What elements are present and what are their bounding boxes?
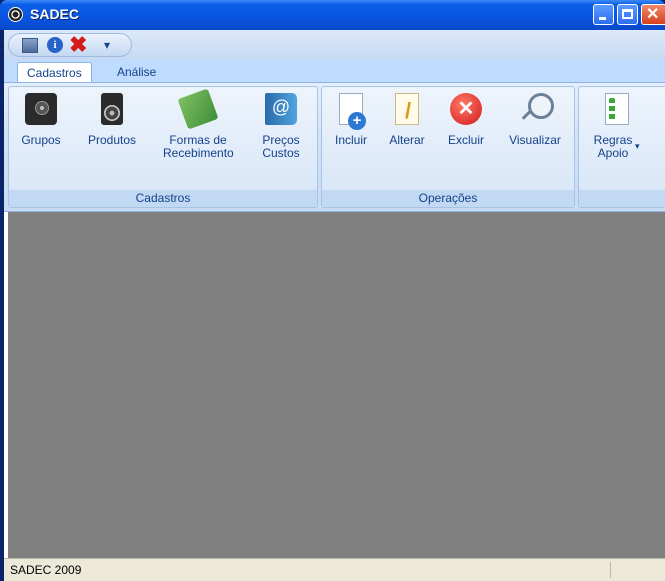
group-label-cadastros: Cadastros — [9, 190, 317, 207]
excluir-button[interactable]: ✕ Excluir — [438, 89, 494, 169]
precos-custos-label: Preços Custos — [262, 133, 300, 160]
minimize-button[interactable] — [593, 4, 614, 25]
new-document-icon — [339, 93, 366, 130]
grupos-label: Grupos — [21, 133, 61, 147]
minimize-icon — [599, 17, 606, 20]
formas-recebimento-button[interactable]: Formas de Recebimento — [155, 88, 241, 169]
visualizar-button[interactable]: Visualizar — [500, 89, 570, 169]
formas-recebimento-label: Formas de Recebimento — [163, 133, 234, 160]
group-cadastros: Grupos Produtos Formas de Recebimento @ … — [8, 86, 318, 208]
workspace-area[interactable] — [8, 212, 665, 558]
produtos-label: Produtos — [87, 133, 137, 147]
save-icon[interactable] — [22, 38, 38, 53]
ribbon-tabs: Cadastros Análise — [4, 60, 665, 82]
incluir-label: Incluir — [334, 133, 367, 147]
list-icon — [605, 93, 629, 125]
close-x-icon[interactable]: ✖ — [69, 34, 87, 56]
quick-access-toolbar: i ✖ ▾ — [4, 30, 665, 60]
app-window: SADEC ✕ i ✖ ▾ Cadastros Análise Grupos P… — [0, 0, 665, 581]
ribbon: Grupos Produtos Formas de Recebimento @ … — [4, 82, 665, 212]
speaker-icon — [101, 93, 123, 125]
customize-toolbar-icon[interactable]: ▾ — [98, 36, 116, 54]
title-bar[interactable]: SADEC ✕ — [0, 0, 665, 30]
group-operacoes: Incluir Alterar ✕ Excluir Visualizar Ope… — [321, 86, 575, 208]
regras-apoio-button[interactable]: Regras Apoio ▾ — [587, 89, 647, 169]
maximize-button[interactable] — [617, 4, 638, 25]
grupos-button[interactable]: Grupos — [11, 89, 71, 169]
alterar-button[interactable]: Alterar — [382, 89, 432, 169]
tab-analise[interactable]: Análise — [108, 62, 165, 82]
window-title: SADEC — [30, 6, 80, 22]
address-book-icon: @ — [265, 93, 297, 125]
excluir-label: Excluir — [447, 133, 484, 147]
app-icon[interactable] — [8, 7, 23, 22]
precos-custos-button[interactable]: @ Preços Custos — [251, 89, 311, 169]
group-label-regras — [579, 190, 665, 207]
delete-icon: ✕ — [450, 93, 482, 125]
group-label-operacoes: Operações — [322, 190, 574, 207]
tab-cadastros[interactable]: Cadastros — [17, 62, 92, 82]
maximize-icon — [622, 9, 633, 19]
regras-apoio-label: Regras Apoio — [593, 133, 633, 160]
incluir-button[interactable]: Incluir — [326, 89, 376, 169]
visualizar-label: Visualizar — [509, 133, 561, 147]
client-area: i ✖ ▾ Cadastros Análise Grupos Produtos — [4, 30, 665, 581]
produtos-button[interactable]: Produtos — [79, 89, 145, 169]
status-bar: SADEC 2009 — [4, 558, 665, 581]
status-divider — [610, 562, 611, 578]
money-icon — [177, 88, 219, 130]
status-text: SADEC 2009 — [10, 563, 82, 577]
magnifier-icon — [527, 93, 554, 119]
info-icon[interactable]: i — [47, 37, 63, 53]
close-button[interactable]: ✕ — [641, 4, 665, 25]
close-icon: ✕ — [646, 6, 660, 23]
group-regras: Regras Apoio ▾ — [578, 86, 665, 208]
alterar-label: Alterar — [389, 133, 425, 147]
dropdown-arrow-icon: ▾ — [635, 141, 640, 151]
edit-document-icon — [395, 93, 419, 125]
speaker-icon — [25, 93, 57, 125]
